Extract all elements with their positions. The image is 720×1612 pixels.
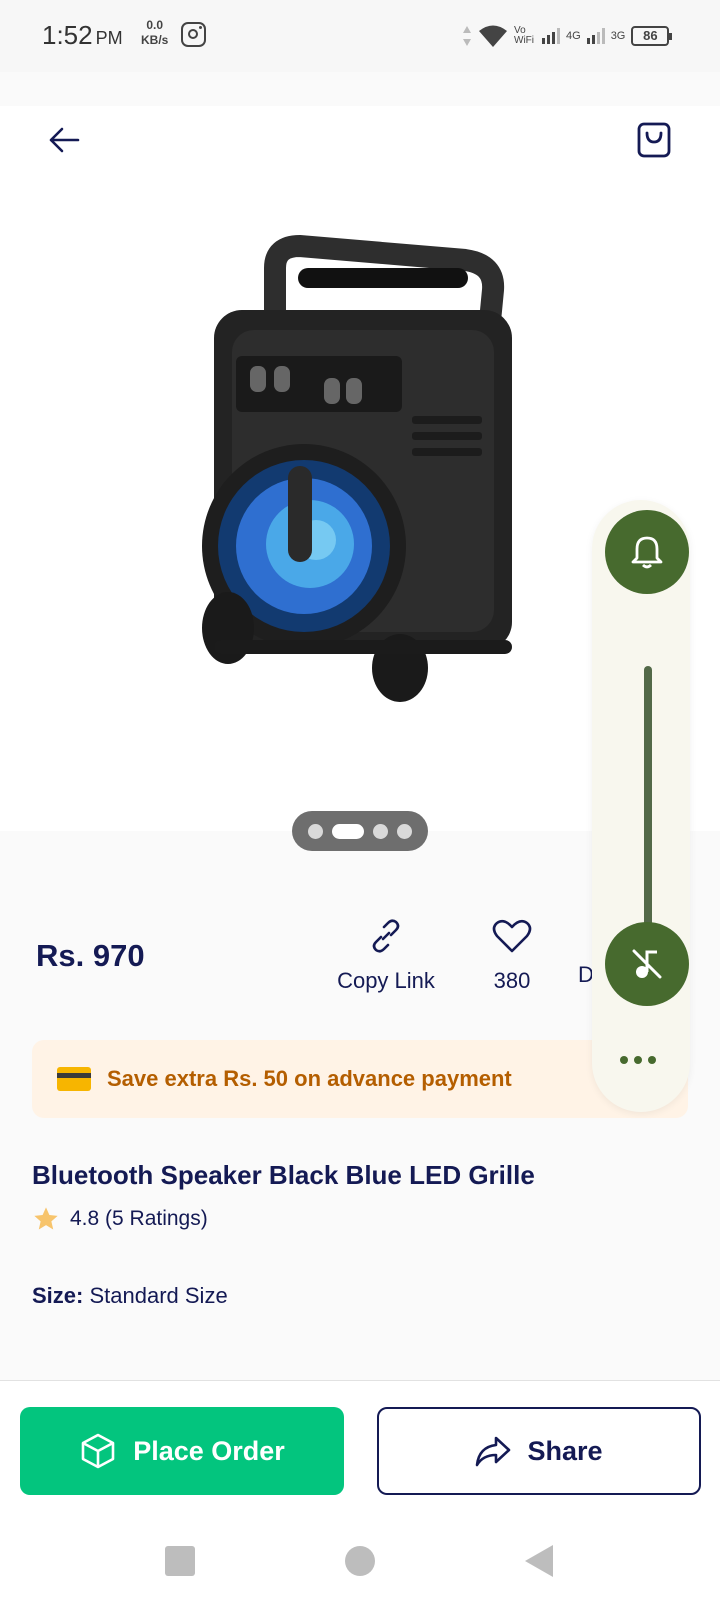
net-speed-value: 0.0 bbox=[146, 18, 164, 32]
volume-slider[interactable] bbox=[644, 666, 652, 936]
net-speed: 0.0 KB/s bbox=[141, 18, 168, 48]
copy-link-button[interactable]: Copy Link bbox=[330, 918, 442, 994]
system-back-button[interactable] bbox=[525, 1545, 553, 1577]
time-text: 1:52 bbox=[42, 20, 93, 50]
battery-level: 86 bbox=[643, 28, 658, 43]
status-bar: 1:52 PM 0.0 KB/s Vo WiFi 4G 3G 86 bbox=[0, 0, 720, 72]
place-order-button[interactable]: Place Order bbox=[20, 1407, 344, 1495]
status-time: 1:52 PM bbox=[42, 20, 123, 51]
back-button[interactable] bbox=[40, 116, 88, 164]
signal-bars-1-icon bbox=[542, 28, 560, 44]
size-info: Size: Standard Size bbox=[32, 1283, 228, 1309]
product-rating[interactable]: 4.8 (5 Ratings) bbox=[32, 1205, 208, 1233]
size-label: Size: bbox=[32, 1283, 84, 1308]
share-arrow-icon bbox=[476, 1436, 511, 1467]
net2-text: 3G bbox=[610, 30, 626, 42]
credit-card-icon bbox=[57, 1067, 91, 1091]
rating-text: 4.8 (5 Ratings) bbox=[70, 1207, 208, 1230]
net1-text: 4G bbox=[566, 30, 581, 42]
place-order-label: Place Order bbox=[133, 1435, 285, 1466]
share-button[interactable]: Share bbox=[377, 1407, 701, 1495]
product-title: Bluetooth Speaker Black Blue LED Grille bbox=[32, 1160, 535, 1190]
link-icon bbox=[372, 919, 400, 953]
media-mute-button[interactable] bbox=[605, 922, 689, 1006]
cart-button[interactable] bbox=[630, 116, 678, 164]
copy-link-label: Copy Link bbox=[337, 968, 435, 993]
image-pagination[interactable] bbox=[292, 811, 428, 851]
data-arrows-icon bbox=[463, 26, 471, 46]
product-price: Rs. 970 bbox=[36, 938, 145, 973]
header bbox=[0, 106, 720, 176]
recents-button[interactable] bbox=[165, 1546, 195, 1576]
signal-bars-2-icon bbox=[586, 28, 605, 44]
share-label: Share bbox=[527, 1435, 603, 1466]
product-image bbox=[202, 234, 512, 702]
home-button[interactable] bbox=[345, 1546, 375, 1576]
pagination-dot-active[interactable] bbox=[332, 823, 364, 839]
more-options-icon[interactable] bbox=[620, 1056, 656, 1064]
bottom-action-bar: Place Order Share bbox=[0, 1380, 720, 1510]
ampm-text: PM bbox=[95, 28, 123, 48]
system-nav-bar bbox=[0, 1510, 720, 1612]
like-count: 380 bbox=[493, 968, 531, 993]
net-speed-unit: KB/s bbox=[141, 33, 169, 47]
star-icon bbox=[34, 1207, 58, 1230]
system-icons: Vo WiFi 4G 3G 86 bbox=[462, 22, 673, 50]
instagram-icon bbox=[181, 22, 206, 47]
back-arrow-icon bbox=[49, 127, 80, 153]
wifi-icon bbox=[479, 25, 507, 47]
pagination-dot[interactable] bbox=[373, 823, 388, 839]
advance-payment-banner: Save extra Rs. 50 on advance payment bbox=[32, 1040, 688, 1118]
size-value: Standard Size bbox=[89, 1283, 228, 1308]
battery-icon: 86 bbox=[631, 26, 673, 46]
banner-text: Save extra Rs. 50 on advance payment bbox=[107, 1066, 512, 1091]
pagination-dot[interactable] bbox=[397, 823, 412, 839]
volume-panel bbox=[592, 500, 690, 1112]
ring-mode-button[interactable] bbox=[605, 510, 689, 594]
shopping-bag-icon bbox=[637, 122, 671, 158]
heart-icon bbox=[492, 919, 532, 953]
like-button[interactable]: 380 bbox=[482, 918, 542, 994]
music-muted-icon bbox=[632, 949, 662, 979]
pagination-dot[interactable] bbox=[308, 823, 323, 839]
box-icon bbox=[81, 1433, 115, 1469]
vowifi-text: Vo WiFi bbox=[514, 25, 534, 46]
bell-icon bbox=[631, 536, 663, 569]
